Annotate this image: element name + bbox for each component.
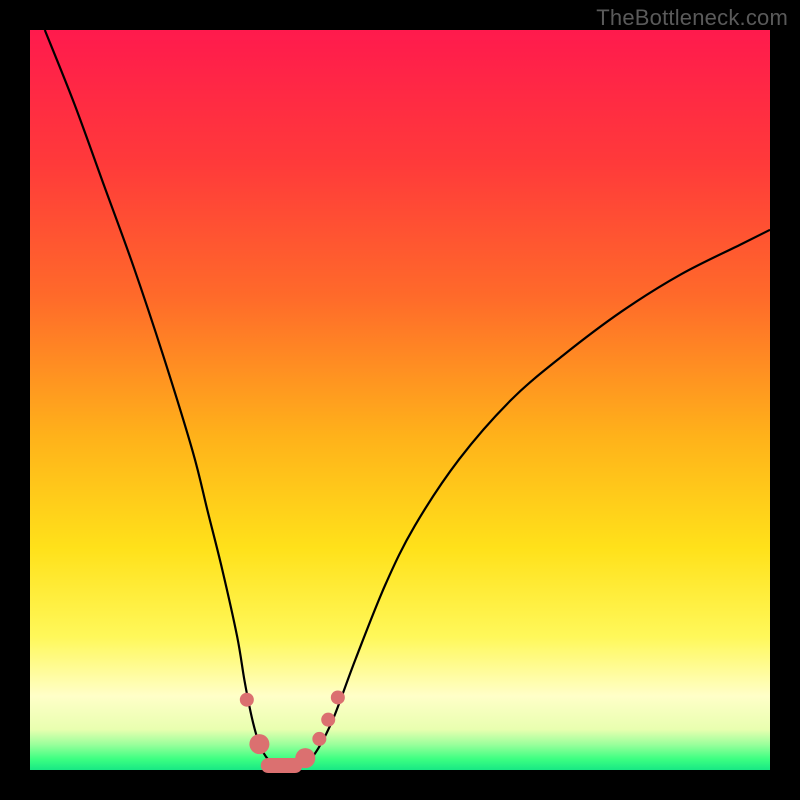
plot-area [30, 30, 770, 770]
chart-frame: TheBottleneck.com [0, 0, 800, 800]
curve-marker [249, 734, 269, 754]
curve-marker [295, 748, 315, 768]
curve-marker [240, 693, 254, 707]
curve-marker [321, 713, 335, 727]
bottleneck-chart [0, 0, 800, 800]
curve-marker [331, 690, 345, 704]
curve-marker [312, 732, 326, 746]
watermark-text: TheBottleneck.com [596, 5, 788, 31]
